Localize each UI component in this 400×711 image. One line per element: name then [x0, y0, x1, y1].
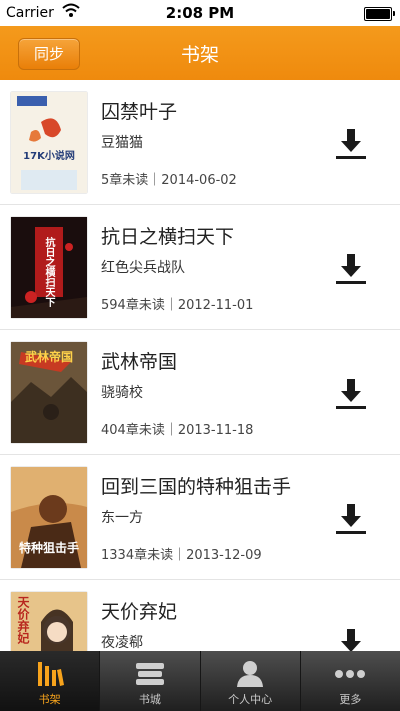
cover-title: 天价弃妃 [16, 596, 30, 644]
tab-label: 书城 [138, 693, 161, 706]
book-item[interactable]: 特种狙击手 回到三国的特种狙击手 东一方 1334章未读｜2013-12-09 [0, 455, 400, 580]
book-author: 骁骑校 [101, 385, 143, 401]
battery-icon [364, 7, 395, 21]
book-title: 天价弃妃 [101, 601, 178, 623]
download-icon[interactable] [334, 126, 368, 160]
cover-title: 特种狙击手 [18, 541, 79, 555]
more-icon [335, 670, 366, 678]
tab-label: 个人中心 [228, 693, 273, 706]
book-cover: 抗日之横扫天下 [11, 217, 87, 318]
page-title: 书架 [180, 44, 219, 66]
koi-fish-illustration [17, 96, 77, 190]
cover-title: 17K小说网 [23, 151, 75, 162]
book-cover: 武林帝国 [11, 342, 87, 443]
tab-profile[interactable]: 个人中心 [199, 651, 300, 711]
download-icon[interactable] [334, 376, 368, 410]
nav-bar: 同步 书架 [0, 26, 400, 80]
book-list[interactable]: 17K小说网 囚禁叶子 豆猫猫 5章未读｜2014-06-02 抗日之横扫天下 … [0, 80, 400, 651]
book-cover: 天价弃妃 [11, 592, 87, 651]
cover-title: 武林帝国 [24, 350, 73, 364]
tab-bar: 书架 书城 个人中心 更多 [0, 651, 400, 711]
book-item[interactable]: 17K小说网 囚禁叶子 豆猫猫 5章未读｜2014-06-02 [0, 80, 400, 205]
book-author: 豆猫猫 [101, 135, 143, 151]
book-item[interactable]: 天价弃妃 天价弃妃 夜凌郗 [0, 580, 400, 651]
tab-label: 书架 [38, 693, 61, 706]
cover-title: 抗日之横扫天下 [43, 237, 54, 307]
book-meta: 594章未读｜2012-11-01 [101, 298, 254, 313]
book-meta: 404章未读｜2013-11-18 [101, 423, 254, 438]
download-icon[interactable] [334, 501, 368, 535]
status-bar: Carrier 2:08 PM [0, 0, 400, 26]
book-title: 回到三国的特种狙击手 [101, 476, 292, 498]
clock: 2:08 PM [165, 4, 235, 22]
download-icon[interactable] [334, 251, 368, 285]
book-cover: 17K小说网 [11, 92, 87, 193]
bookshelf-icon [37, 662, 64, 686]
book-author: 红色尖兵战队 [101, 260, 185, 276]
bookstore-icon [135, 663, 164, 685]
tab-bookshelf[interactable]: 书架 [0, 651, 100, 711]
person-icon [237, 661, 264, 687]
book-cover: 特种狙击手 [11, 467, 87, 568]
book-title: 囚禁叶子 [101, 101, 178, 123]
tab-more[interactable]: 更多 [299, 651, 400, 711]
book-title: 武林帝国 [101, 351, 178, 373]
book-meta: 1334章未读｜2013-12-09 [101, 548, 262, 563]
tab-label: 更多 [339, 693, 362, 706]
download-icon[interactable] [334, 626, 368, 651]
book-author: 夜凌郗 [101, 635, 143, 651]
book-title: 抗日之横扫天下 [101, 226, 235, 248]
book-meta: 5章未读｜2014-06-02 [101, 173, 237, 188]
book-author: 东一方 [101, 510, 143, 526]
book-item[interactable]: 武林帝国 武林帝国 骁骑校 404章未读｜2013-11-18 [0, 330, 400, 455]
book-item[interactable]: 抗日之横扫天下 抗日之横扫天下 红色尖兵战队 594章未读｜2012-11-01 [0, 205, 400, 330]
tab-bookstore[interactable]: 书城 [99, 651, 199, 711]
